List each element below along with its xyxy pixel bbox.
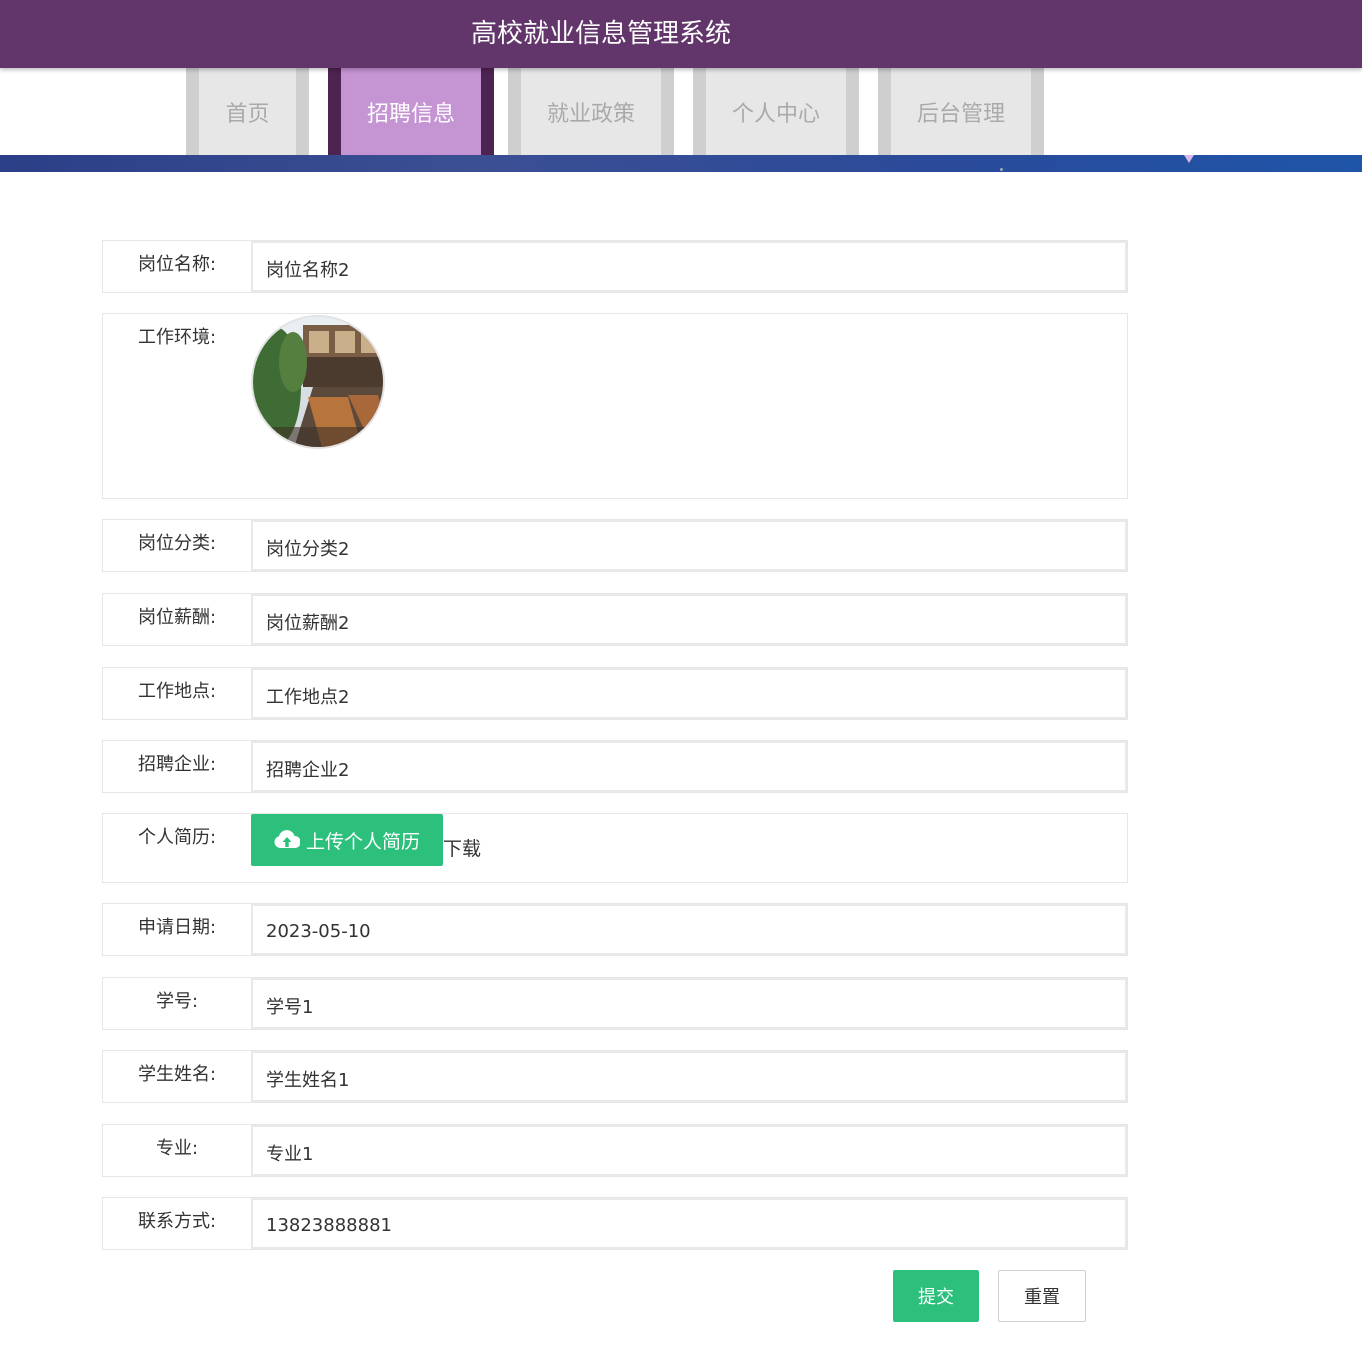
- tab-employment-policy[interactable]: 就业政策: [508, 68, 674, 155]
- row-work-env: 工作环境:: [102, 313, 1128, 499]
- row-work-location: 工作地点: 工作地点2: [102, 667, 1128, 720]
- top-header: 高校就业信息管理系统: [0, 0, 1362, 68]
- download-resume-link[interactable]: 下载: [443, 834, 481, 861]
- banner-decoration: [1184, 155, 1194, 163]
- job-name-field[interactable]: 岗位名称2: [251, 241, 1127, 292]
- submit-button[interactable]: 提交: [893, 1270, 979, 1322]
- row-contact: 联系方式: 13823888881: [102, 1197, 1128, 1250]
- app-title: 高校就业信息管理系统: [470, 19, 731, 49]
- resume-label: 个人简历:: [137, 827, 217, 848]
- tab-personal-center[interactable]: 个人中心: [693, 68, 859, 155]
- work-env-photo[interactable]: [251, 315, 385, 449]
- row-job-salary: 岗位薪酬: 岗位薪酬2: [102, 593, 1128, 646]
- job-category-field[interactable]: 岗位分类2: [251, 520, 1127, 571]
- student-id-label: 学号:: [155, 991, 199, 1012]
- row-student-id: 学号: 学号1: [102, 977, 1128, 1030]
- row-major: 专业: 专业1: [102, 1124, 1128, 1177]
- banner-dot: [1000, 168, 1003, 171]
- student-id-field[interactable]: 学号1: [251, 978, 1127, 1029]
- apply-date-field[interactable]: 2023-05-10: [251, 904, 1127, 955]
- company-field[interactable]: 招聘企业2: [251, 741, 1127, 792]
- tab-recruitment-info[interactable]: 招聘信息: [328, 68, 494, 155]
- student-name-label: 学生姓名:: [137, 1064, 217, 1085]
- upload-resume-button[interactable]: 上传个人简历: [251, 814, 443, 866]
- student-name-field[interactable]: 学生姓名1: [251, 1051, 1127, 1102]
- contact-field[interactable]: 13823888881: [251, 1198, 1127, 1249]
- reset-button[interactable]: 重置: [998, 1270, 1086, 1322]
- row-student-name: 学生姓名: 学生姓名1: [102, 1050, 1128, 1103]
- job-category-label: 岗位分类:: [137, 533, 217, 554]
- job-salary-field[interactable]: 岗位薪酬2: [251, 594, 1127, 645]
- row-company: 招聘企业: 招聘企业2: [102, 740, 1128, 793]
- tab-home[interactable]: 首页: [186, 68, 309, 155]
- work-env-label: 工作环境:: [137, 327, 217, 348]
- work-location-label: 工作地点:: [137, 681, 217, 702]
- tab-admin[interactable]: 后台管理: [878, 68, 1044, 155]
- row-apply-date: 申请日期: 2023-05-10: [102, 903, 1128, 956]
- apply-date-label: 申请日期:: [137, 917, 217, 938]
- major-field[interactable]: 专业1: [251, 1125, 1127, 1176]
- row-job-category: 岗位分类: 岗位分类2: [102, 519, 1128, 572]
- contact-label: 联系方式:: [137, 1211, 217, 1232]
- cloud-upload-icon: [274, 830, 300, 848]
- major-label: 专业:: [155, 1138, 199, 1159]
- job-salary-label: 岗位薪酬:: [137, 607, 217, 628]
- row-job-name: 岗位名称: 岗位名称2: [102, 240, 1128, 293]
- job-name-label: 岗位名称:: [137, 254, 217, 275]
- row-resume: 个人简历: 上传个人简历 下载: [102, 813, 1128, 883]
- restaurant-terrace-image: [253, 317, 383, 447]
- upload-resume-label: 上传个人简历: [305, 830, 420, 853]
- company-label: 招聘企业:: [137, 754, 217, 775]
- work-location-field[interactable]: 工作地点2: [251, 668, 1127, 719]
- banner-strip: [0, 155, 1362, 172]
